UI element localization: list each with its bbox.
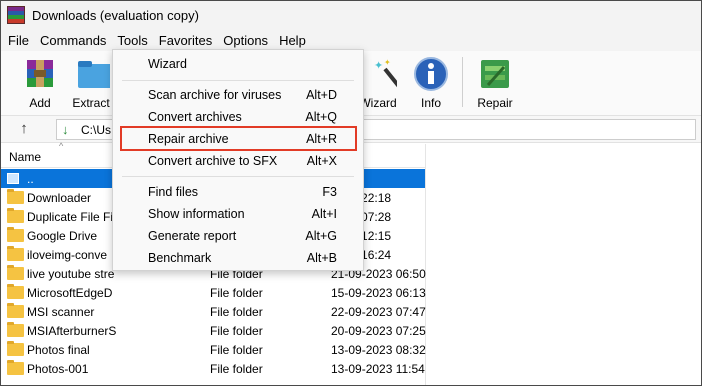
repair-archive-icon (476, 55, 514, 93)
add-button[interactable]: Add (12, 55, 68, 111)
folder-icon (7, 189, 24, 204)
file-modified: 20-09-2023 07:25 (331, 324, 426, 338)
menu-item-shortcut: Alt+B (306, 251, 337, 265)
menu-item-benchmark[interactable]: Benchmark Alt+B (113, 247, 363, 269)
extract-label: Extract (72, 96, 110, 110)
menu-item-label: Scan archive for viruses (148, 88, 282, 102)
sort-arrow-icon: ^ (59, 141, 64, 151)
menu-file[interactable]: File (8, 32, 29, 49)
folder-icon (7, 208, 24, 223)
info-label: Info (420, 96, 441, 110)
extract-button[interactable]: Extract (63, 55, 119, 111)
menu-item-label: Convert archives (148, 110, 242, 124)
menu-item-shortcut: Alt+X (306, 154, 337, 168)
menu-item-wizard[interactable]: Wizard (113, 53, 363, 75)
file-name: iloveimg-conve (27, 248, 108, 262)
folder-icon (7, 246, 24, 261)
repair-button[interactable]: Repair (467, 55, 523, 111)
table-row[interactable]: Photos final File folder 13-09-2023 08:3… (1, 340, 426, 359)
title-bar: Downloads (evaluation copy) (1, 1, 701, 29)
menu-item-label: Wizard (148, 57, 187, 71)
file-modified: 15-09-2023 06:13 (331, 286, 426, 300)
winrar-window: Downloads (evaluation copy) File Command… (0, 0, 702, 386)
repair-archive-highlight (120, 126, 357, 151)
menu-commands[interactable]: Commands (40, 32, 106, 49)
menu-item-label: Benchmark (148, 251, 212, 265)
add-archive-icon (21, 55, 59, 93)
folder-icon (7, 360, 24, 375)
parent-folder-icon (7, 173, 19, 184)
menu-tools[interactable]: Tools (117, 32, 147, 49)
menu-item-show-information[interactable]: Show information Alt+I (113, 203, 363, 225)
menu-item-label: Find files (148, 185, 199, 199)
table-row[interactable]: MSIAfterburnerS File folder 20-09-2023 0… (1, 321, 426, 340)
menu-item-convert-sfx[interactable]: Convert archive to SFX Alt+X (113, 150, 363, 172)
folder-icon (7, 341, 24, 356)
file-type: File folder (210, 343, 263, 357)
add-label: Add (29, 96, 51, 110)
svg-text:✦: ✦ (384, 58, 391, 67)
menu-item-shortcut: Alt+G (305, 229, 337, 243)
info-icon (412, 55, 450, 93)
folder-icon (7, 303, 24, 318)
folder-icon (7, 284, 24, 299)
menu-separator (122, 80, 354, 81)
menu-item-shortcut: Alt+Q (305, 110, 337, 124)
menu-help[interactable]: Help (279, 32, 306, 49)
file-type: File folder (210, 324, 263, 338)
menu-item-scan-viruses[interactable]: Scan archive for viruses Alt+D (113, 84, 363, 106)
menu-item-convert-archives[interactable]: Convert archives Alt+Q (113, 106, 363, 128)
menu-item-label: Show information (148, 207, 245, 221)
file-type: File folder (210, 362, 263, 376)
tools-menu-dropdown: Wizard Scan archive for viruses Alt+D Co… (112, 49, 364, 271)
svg-text:✦: ✦ (374, 59, 383, 72)
file-name: Photos-001 (27, 362, 89, 376)
file-type: File folder (210, 286, 263, 300)
menu-item-label: Convert archive to SFX (148, 154, 278, 168)
up-arrow-icon[interactable]: ↑ (14, 120, 34, 138)
menu-item-label: Generate report (148, 229, 237, 243)
menu-item-generate-report[interactable]: Generate report Alt+G (113, 225, 363, 247)
menu-separator (122, 176, 354, 177)
folder-icon (7, 227, 24, 242)
folder-icon (7, 322, 24, 337)
file-modified: 13-09-2023 08:32 (331, 343, 426, 357)
file-name: Photos final (27, 343, 90, 357)
file-name: Duplicate File Fi (27, 210, 114, 224)
download-arrow-icon: ↓ (62, 122, 69, 137)
repair-label: Repair (477, 96, 513, 110)
menu-item-find-files[interactable]: Find files F3 (113, 181, 363, 203)
toolbar-separator (462, 57, 463, 107)
window-title: Downloads (evaluation copy) (32, 7, 199, 23)
table-row[interactable]: MicrosoftEdgeD File folder 15-09-2023 06… (1, 283, 426, 302)
menu-favorites[interactable]: Favorites (159, 32, 212, 49)
table-row[interactable]: Photos-001 File folder 13-09-2023 11:54 (1, 359, 425, 378)
column-name-header[interactable]: Name (9, 150, 41, 164)
info-button[interactable]: Info (403, 55, 459, 111)
file-name: MSIAfterburnerS (27, 324, 117, 338)
file-modified: 22-09-2023 07:47 (331, 305, 426, 319)
folder-icon (7, 265, 24, 280)
file-name: live youtube stre (27, 267, 115, 281)
file-name: Google Drive (27, 229, 98, 243)
menu-item-shortcut: F3 (322, 185, 337, 199)
file-type: File folder (210, 305, 263, 319)
menu-item-shortcut: Alt+D (306, 88, 337, 102)
extract-folder-icon (72, 55, 112, 93)
winrar-app-icon (7, 6, 25, 24)
wizard-wand-icon: ✦ ✦ (359, 55, 403, 93)
file-name: MSI scanner (27, 305, 95, 319)
menu-bar: File Commands Tools Favorites Options He… (1, 29, 701, 51)
parent-folder-name: .. (27, 172, 34, 186)
file-modified: 13-09-2023 11:54 (331, 362, 425, 376)
file-name: MicrosoftEdgeD (27, 286, 113, 300)
path-text: C:\Us (81, 123, 111, 137)
file-name: Downloader (27, 191, 92, 205)
menu-item-shortcut: Alt+I (311, 207, 337, 221)
table-row[interactable]: MSI scanner File folder 22-09-2023 07:47 (1, 302, 426, 321)
menu-options[interactable]: Options (223, 32, 268, 49)
